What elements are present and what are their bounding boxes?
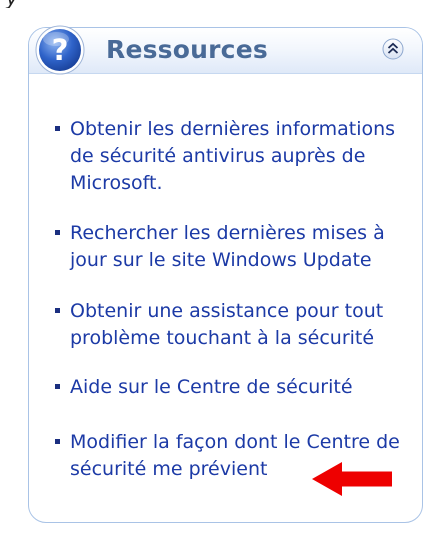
svg-text:?: ? [52,33,69,67]
link-label[interactable]: Aide sur le Centre de sécurité [70,374,412,401]
bullet-icon [55,308,60,313]
link-label[interactable]: Obtenir les dernières informations de sé… [70,116,412,197]
panel-title: Ressources [106,35,268,64]
link-label[interactable]: Obtenir une assistance pour tout problèm… [70,298,412,352]
security-center-resources-view: y ? Ressources [0,0,442,539]
question-mark-icon: ? [35,25,85,75]
red-arrow-icon [312,462,392,496]
cropped-text-fragment: y [0,0,442,8]
bullet-icon [55,439,60,444]
bullet-icon [55,126,60,131]
bullet-icon [55,384,60,389]
resources-panel: ? Ressources Obtenir les dernières infor… [28,25,423,523]
link-label[interactable]: Rechercher les dernières mises à jour su… [70,220,412,274]
panel-header: ? Ressources [29,25,422,75]
bullet-icon [55,230,60,235]
double-chevron-up-icon[interactable] [382,38,404,60]
